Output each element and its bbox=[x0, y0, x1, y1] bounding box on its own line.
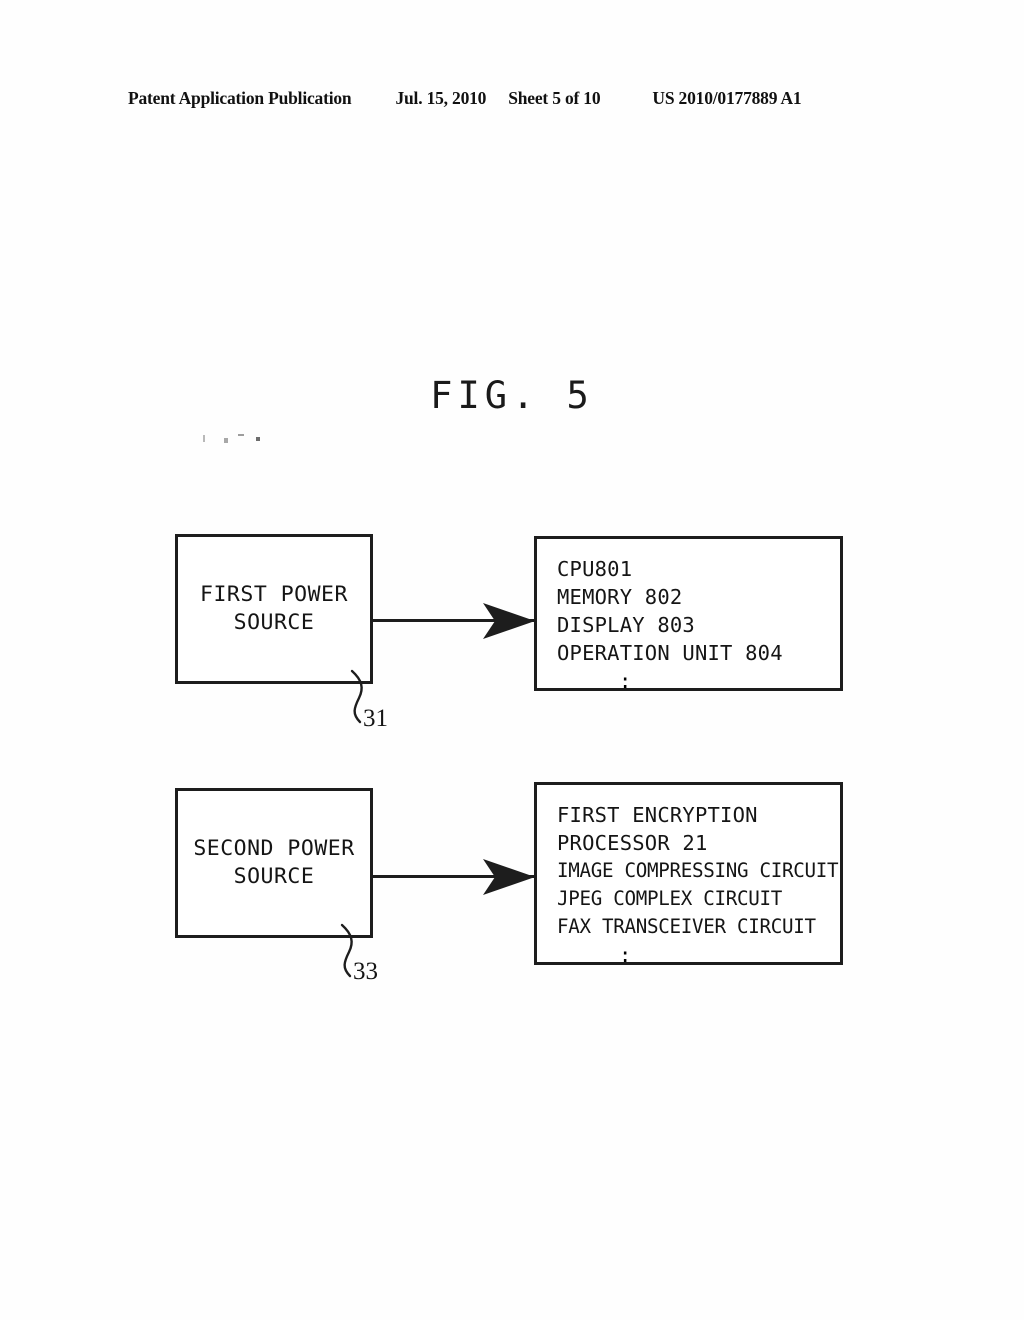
header-publication: Patent Application Publication bbox=[128, 88, 352, 108]
load-line: DISPLAY 803 bbox=[557, 613, 695, 637]
arrowhead-icon bbox=[483, 859, 535, 895]
load-line: OPERATION UNIT 804 bbox=[557, 641, 783, 665]
arrow-first-power-to-load bbox=[373, 603, 535, 639]
reference-numeral-33: 33 bbox=[353, 958, 378, 985]
header-sheet: Sheet 5 of 10 bbox=[508, 88, 601, 108]
load-line: JPEG COMPLEX CIRCUIT bbox=[557, 887, 783, 910]
block-second-power-source: SECOND POWER SOURCE bbox=[175, 788, 373, 938]
load-line: FIRST ENCRYPTION bbox=[557, 803, 758, 827]
figure-title: FIG. 5 bbox=[430, 374, 594, 417]
scan-speckle bbox=[203, 435, 205, 442]
block-second-load-group: FIRST ENCRYPTION PROCESSOR 21 IMAGE COMP… bbox=[534, 782, 843, 967]
scan-speckle bbox=[224, 438, 228, 443]
load-line: PROCESSOR 21 bbox=[557, 831, 708, 855]
header-date: Jul. 15, 2010 bbox=[395, 88, 487, 108]
block-first-power-source-label: FIRST POWER SOURCE bbox=[200, 582, 348, 635]
scan-speckle bbox=[256, 437, 260, 441]
reference-numeral-31: 31 bbox=[363, 705, 388, 732]
scan-speckle bbox=[238, 434, 244, 436]
continuation-ellipsis: : bbox=[619, 669, 632, 693]
load-line: FAX TRANSCEIVER CIRCUIT bbox=[557, 915, 816, 938]
block-second-power-source-label: SECOND POWER SOURCE bbox=[193, 836, 355, 889]
page-header: Patent Application Publication Jul. 15, … bbox=[128, 88, 890, 114]
block-first-power-source: FIRST POWER SOURCE bbox=[175, 534, 373, 684]
arrowhead-icon bbox=[483, 603, 535, 639]
header-document-number: US 2010/0177889 A1 bbox=[652, 88, 802, 108]
block-first-load-group: CPU801 MEMORY 802 DISPLAY 803 OPERATION … bbox=[534, 536, 843, 693]
load-line: IMAGE COMPRESSING CIRCUIT bbox=[557, 859, 839, 882]
patent-page: Patent Application Publication Jul. 15, … bbox=[0, 0, 1024, 1320]
load-line: MEMORY 802 bbox=[557, 585, 683, 609]
load-line: CPU801 bbox=[557, 557, 633, 581]
continuation-ellipsis: : bbox=[619, 943, 632, 967]
arrow-second-power-to-load bbox=[373, 859, 535, 895]
